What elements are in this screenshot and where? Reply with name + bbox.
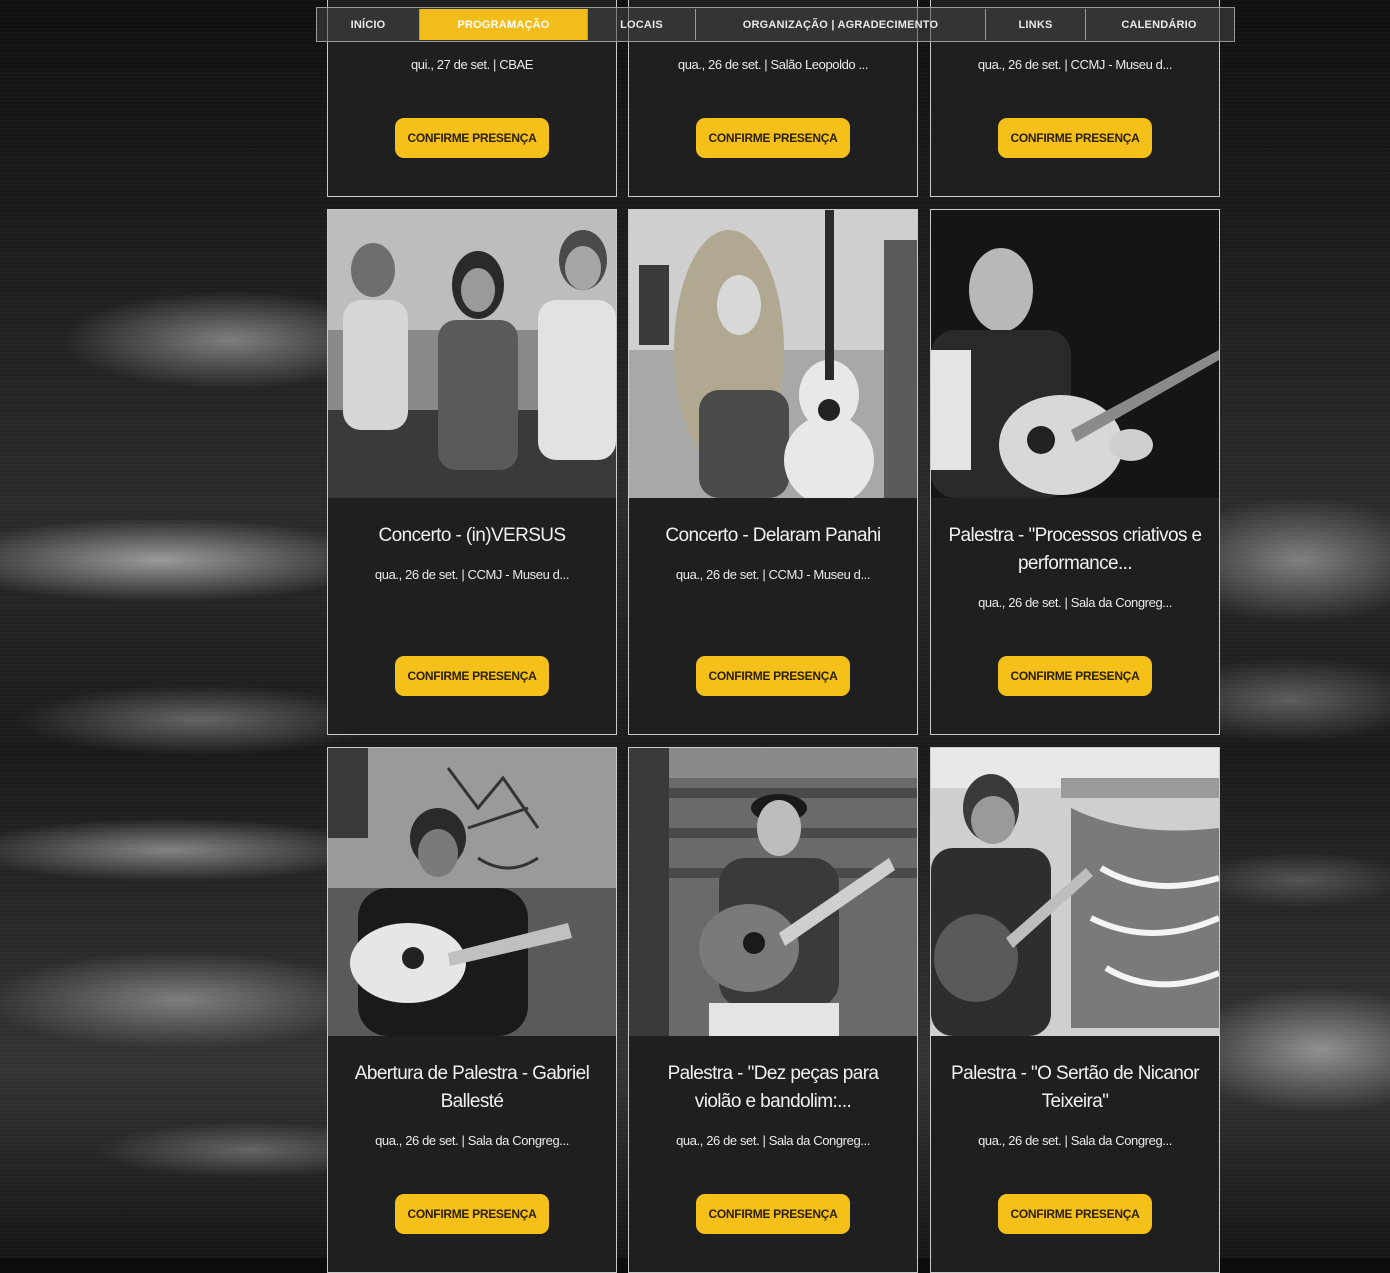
guitarist-beach-photo[interactable] — [931, 748, 1219, 1036]
event-title: Concerto - (in)VERSUS — [378, 525, 567, 546]
trio-photo[interactable] — [328, 210, 616, 498]
confirm-attendance-button[interactable]: CONFIRME PRESENÇA — [696, 118, 850, 158]
event-title: Palestra - "Processos criativos e perfor… — [948, 525, 1202, 574]
event-card[interactable]: Palestra - "Processos criativos e perfor… — [930, 209, 1220, 735]
confirm-attendance-button[interactable]: CONFIRME PRESENÇA — [395, 1194, 549, 1234]
nav-programacao[interactable]: PROGRAMAÇÃO — [420, 9, 588, 40]
nav-organizacao[interactable]: ORGANIZAÇÃO | AGRADECIMENTO — [696, 9, 986, 40]
guitarist-graffiti-photo[interactable] — [328, 748, 616, 1036]
event-meta: qua., 26 de set. | Sala da Congreg... — [978, 595, 1172, 610]
event-meta: qua., 26 de set. | Sala da Congreg... — [978, 1133, 1172, 1148]
event-title: Palestra - "O Sertão de Nicanor Teixeira… — [951, 1063, 1200, 1112]
confirm-attendance-button[interactable]: CONFIRME PRESENÇA — [696, 1194, 850, 1234]
event-card[interactable]: Concerto - (in)VERSUS qua., 26 de set. |… — [327, 209, 617, 735]
event-meta: qua., 26 de set. | CCMJ - Museu d... — [675, 567, 871, 582]
event-card[interactable]: Concerto - Delaram Panahi qua., 26 de se… — [628, 209, 918, 735]
confirm-attendance-button[interactable]: CONFIRME PRESENÇA — [696, 656, 850, 696]
guitarist-stairs-photo[interactable] — [629, 748, 917, 1036]
confirm-attendance-button[interactable]: CONFIRME PRESENÇA — [998, 1194, 1152, 1234]
event-meta: qua., 26 de set. | Sala da Congreg... — [676, 1133, 870, 1148]
confirm-attendance-button[interactable]: CONFIRME PRESENÇA — [395, 656, 549, 696]
event-title: Concerto - Delaram Panahi — [665, 525, 881, 546]
confirm-attendance-button[interactable]: CONFIRME PRESENÇA — [998, 118, 1152, 158]
event-card[interactable]: Palestra - "O Sertão de Nicanor Teixeira… — [930, 747, 1220, 1273]
event-card[interactable]: Abertura de Palestra - Gabriel Ballesté … — [327, 747, 617, 1273]
event-meta: qua., 26 de set. | CCMJ - Museu d... — [977, 57, 1173, 72]
event-meta: qua., 26 de set. | Salão Leopoldo ... — [677, 57, 869, 72]
guitarist-woman-photo[interactable] — [629, 210, 917, 498]
event-meta: qua., 26 de set. | CCMJ - Museu d... — [374, 567, 570, 582]
confirm-attendance-button[interactable]: CONFIRME PRESENÇA — [998, 656, 1152, 696]
nav-locais[interactable]: LOCAIS — [588, 9, 696, 40]
nav-calendario[interactable]: CALENDÁRIO — [1086, 9, 1232, 40]
nav-links[interactable]: LINKS — [986, 9, 1086, 40]
confirm-attendance-button[interactable]: CONFIRME PRESENÇA — [395, 118, 549, 158]
event-title: Palestra - "Dez peças para violão e band… — [667, 1063, 879, 1112]
nav-inicio[interactable]: INÍCIO — [317, 9, 420, 40]
event-meta: qui., 27 de set. | CBAE — [410, 57, 534, 72]
guitarist-man-photo[interactable] — [931, 210, 1219, 498]
event-meta: qua., 26 de set. | Sala da Congreg... — [375, 1133, 569, 1148]
event-card[interactable]: Palestra - "Dez peças para violão e band… — [628, 747, 918, 1273]
event-title: Abertura de Palestra - Gabriel Ballesté — [354, 1063, 590, 1112]
top-nav: INÍCIO PROGRAMAÇÃO LOCAIS ORGANIZAÇÃO | … — [316, 7, 1235, 42]
